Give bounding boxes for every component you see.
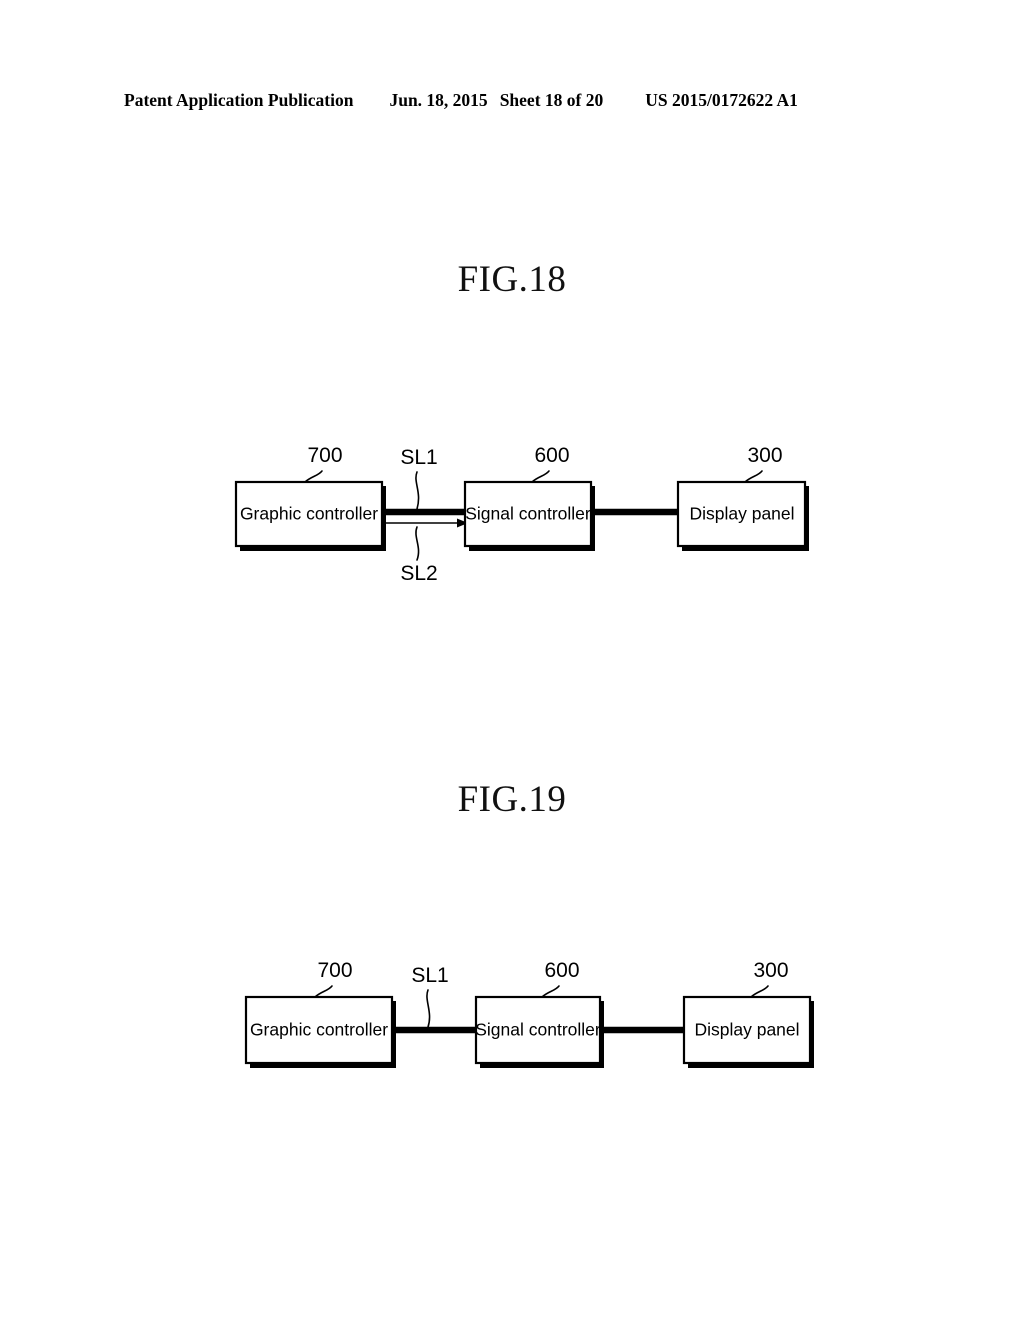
figure-18-diagram: Graphic controller 700 Signal controller… bbox=[0, 420, 1024, 610]
fig19-block-signal-controller-label: Signal controller bbox=[475, 1020, 601, 1040]
fig19-block-graphic-controller-label: Graphic controller bbox=[250, 1020, 388, 1040]
fig19-ref-300: 300 bbox=[750, 959, 789, 998]
fig18-sl1-callout: SL1 bbox=[400, 446, 438, 510]
fig18-block-signal-controller-label: Signal controller bbox=[465, 504, 591, 524]
page-header: Patent Application Publication Jun. 18, … bbox=[124, 90, 900, 116]
figure-19-title: FIG.19 bbox=[457, 779, 567, 820]
fig19-ref-300-label: 300 bbox=[753, 959, 788, 982]
fig18-block-display-panel-label: Display panel bbox=[689, 504, 794, 524]
fig18-ref-700: 700 bbox=[304, 444, 343, 483]
fig18-ref-300-label: 300 bbox=[747, 444, 782, 467]
fig18-block-graphic-controller-label: Graphic controller bbox=[240, 504, 378, 524]
fig18-ref-600: 600 bbox=[531, 444, 570, 483]
fig18-sl2-callout: SL2 bbox=[400, 526, 438, 585]
fig19-block-signal-controller: Signal controller bbox=[474, 995, 604, 1068]
fig18-sl1-label: SL1 bbox=[400, 446, 437, 469]
fig18-block-graphic-controller: Graphic controller bbox=[234, 480, 386, 551]
header-publication-label: Patent Application Publication bbox=[124, 90, 354, 110]
fig19-sl1-label: SL1 bbox=[411, 964, 448, 987]
fig18-sl2-label: SL2 bbox=[400, 562, 437, 585]
fig19-block-display-panel-label: Display panel bbox=[694, 1020, 799, 1040]
fig18-ref-700-label: 700 bbox=[307, 444, 342, 467]
fig18-ref-300: 300 bbox=[744, 444, 783, 483]
fig18-block-signal-controller: Signal controller bbox=[463, 480, 595, 551]
fig18-signal-sl2-arrow bbox=[381, 518, 468, 528]
fig19-sl1-callout: SL1 bbox=[411, 964, 449, 1028]
fig19-block-graphic-controller: Graphic controller bbox=[244, 995, 396, 1068]
figure-18-title: FIG.18 bbox=[457, 259, 567, 300]
header-patent-number: US 2015/0172622 A1 bbox=[645, 90, 798, 110]
header-date: Jun. 18, 2015 bbox=[389, 90, 488, 110]
fig19-ref-600-label: 600 bbox=[544, 959, 579, 982]
fig19-ref-700: 700 bbox=[314, 959, 353, 998]
figure-19-diagram: Graphic controller 700 Signal controller… bbox=[0, 940, 1024, 1100]
fig18-ref-600-label: 600 bbox=[534, 444, 569, 467]
header-sheet-number: Sheet 18 of 20 bbox=[499, 90, 604, 110]
fig19-ref-600: 600 bbox=[541, 959, 580, 998]
fig19-block-display-panel: Display panel bbox=[682, 995, 814, 1068]
patent-drawing-page: Patent Application Publication Jun. 18, … bbox=[0, 0, 1024, 1320]
fig18-block-display-panel: Display panel bbox=[676, 480, 809, 551]
fig19-ref-700-label: 700 bbox=[317, 959, 352, 982]
